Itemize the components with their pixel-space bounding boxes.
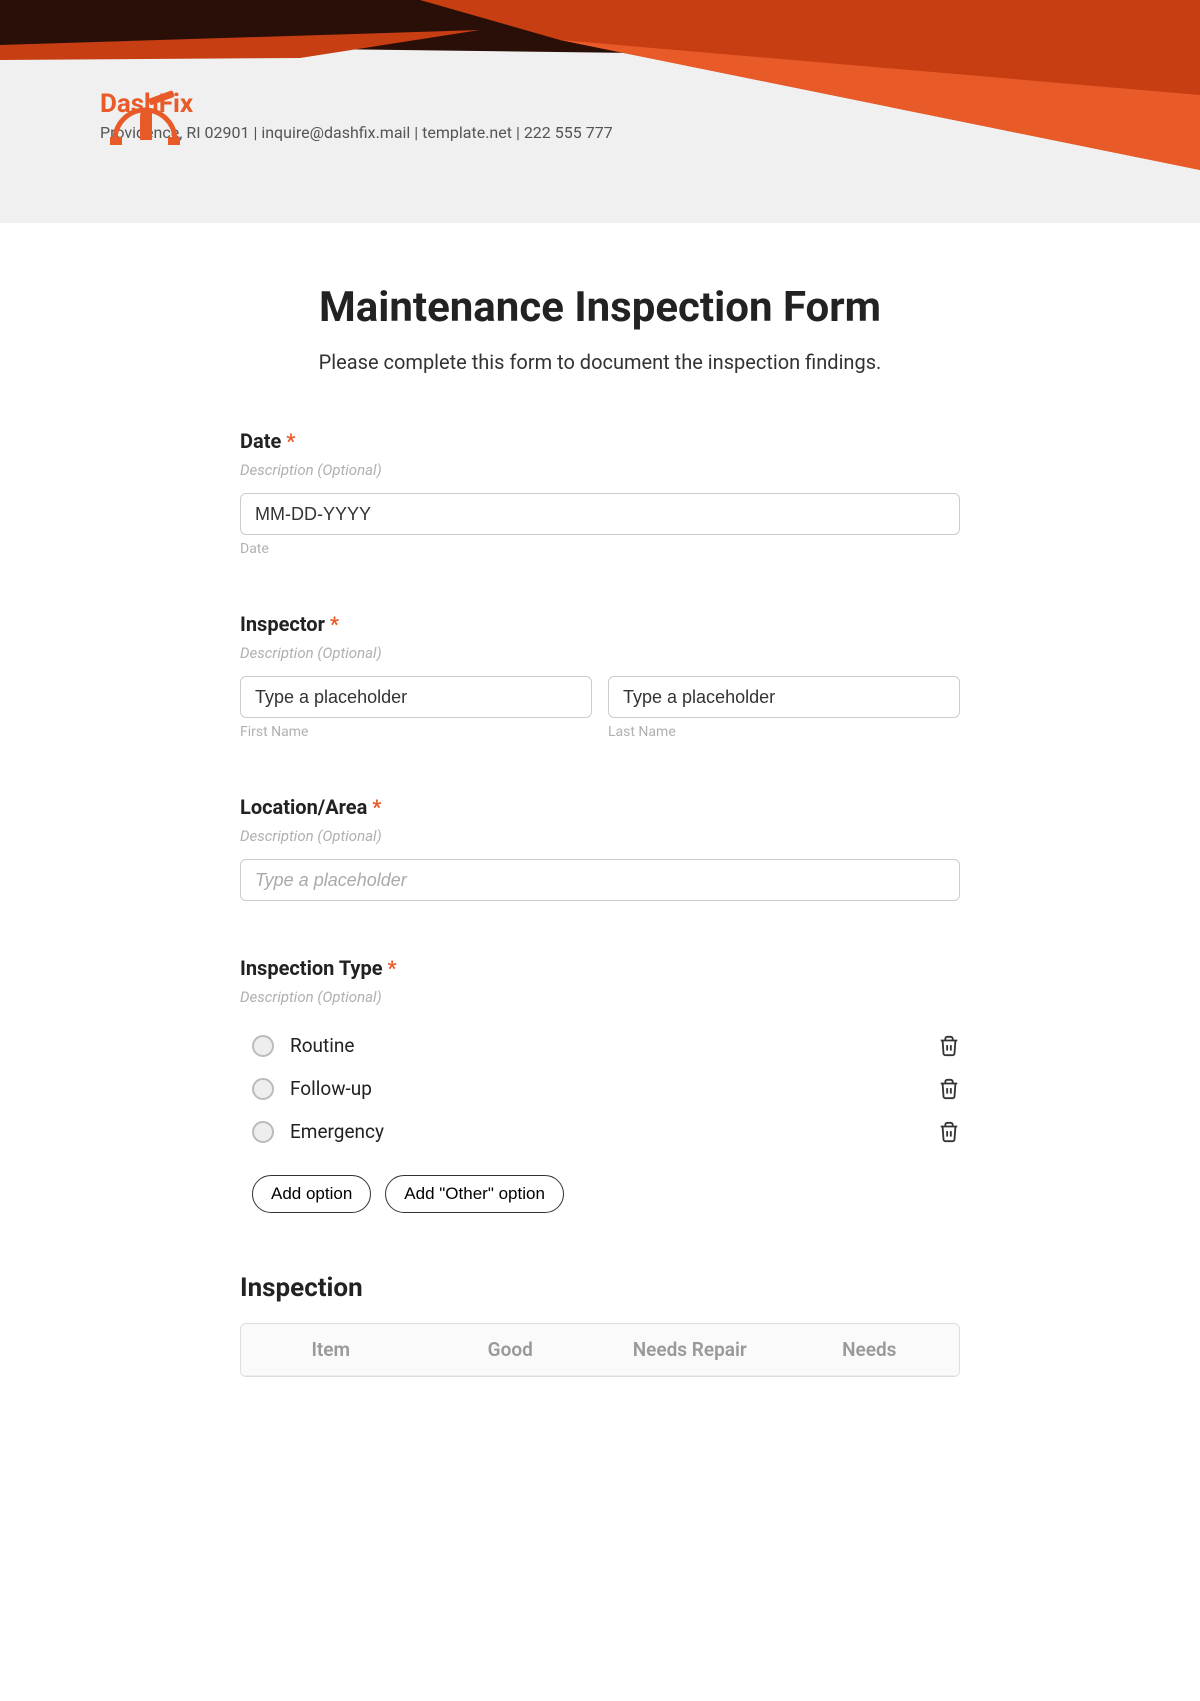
date-sublabel: Date <box>240 541 960 557</box>
radio-label-followup[interactable]: Follow-up <box>290 1077 372 1100</box>
radio-label-routine[interactable]: Routine <box>290 1034 354 1057</box>
radio-emergency[interactable] <box>252 1121 274 1143</box>
inspector-description[interactable]: Description (Optional) <box>240 644 960 662</box>
th-item: Item <box>241 1324 421 1375</box>
header-banner: DashFix Providence, RI 02901 | inquire@d… <box>0 0 1200 223</box>
form-container: Maintenance Inspection Form Please compl… <box>190 223 1010 1417</box>
location-label: Location/Area * <box>240 795 960 819</box>
first-name-sublabel: First Name <box>240 724 592 740</box>
field-inspection-type: Inspection Type * Description (Optional)… <box>240 956 960 1213</box>
radio-row-emergency: Emergency <box>240 1110 960 1153</box>
radio-followup[interactable] <box>252 1078 274 1100</box>
page-subtitle: Please complete this form to document th… <box>240 350 960 374</box>
radio-row-followup: Follow-up <box>240 1067 960 1110</box>
page-title: Maintenance Inspection Form <box>240 283 960 332</box>
trash-icon[interactable] <box>938 1121 960 1143</box>
add-option-button[interactable]: Add option <box>252 1175 371 1213</box>
field-inspector: Inspector * Description (Optional) First… <box>240 612 960 740</box>
radio-row-routine: Routine <box>240 1024 960 1067</box>
field-date: Date * Description (Optional) Date <box>240 429 960 557</box>
last-name-input[interactable] <box>608 676 960 718</box>
type-label: Inspection Type * <box>240 956 960 980</box>
th-needs: Needs <box>780 1324 960 1375</box>
table-header: Item Good Needs Repair Needs <box>241 1324 959 1376</box>
radio-label-emergency[interactable]: Emergency <box>290 1120 384 1143</box>
inspector-label: Inspector * <box>240 612 960 636</box>
inspection-table: Item Good Needs Repair Needs <box>240 1323 960 1377</box>
first-name-input[interactable] <box>240 676 592 718</box>
radio-list: Routine Follow-up Emergency <box>240 1024 960 1153</box>
th-good: Good <box>421 1324 601 1375</box>
company-logo <box>100 85 190 155</box>
type-description[interactable]: Description (Optional) <box>240 988 960 1006</box>
date-input[interactable] <box>240 493 960 535</box>
inspection-heading: Inspection <box>240 1273 960 1303</box>
location-description[interactable]: Description (Optional) <box>240 827 960 845</box>
field-location: Location/Area * Description (Optional) <box>240 795 960 901</box>
last-name-sublabel: Last Name <box>608 724 960 740</box>
radio-routine[interactable] <box>252 1035 274 1057</box>
trash-icon[interactable] <box>938 1078 960 1100</box>
location-input[interactable] <box>240 859 960 901</box>
add-other-option-button[interactable]: Add "Other" option <box>385 1175 564 1213</box>
date-description[interactable]: Description (Optional) <box>240 461 960 479</box>
date-label: Date * <box>240 429 960 453</box>
th-needs-repair: Needs Repair <box>600 1324 780 1375</box>
brand-block: DashFix Providence, RI 02901 | inquire@d… <box>100 85 613 142</box>
trash-icon[interactable] <box>938 1035 960 1057</box>
